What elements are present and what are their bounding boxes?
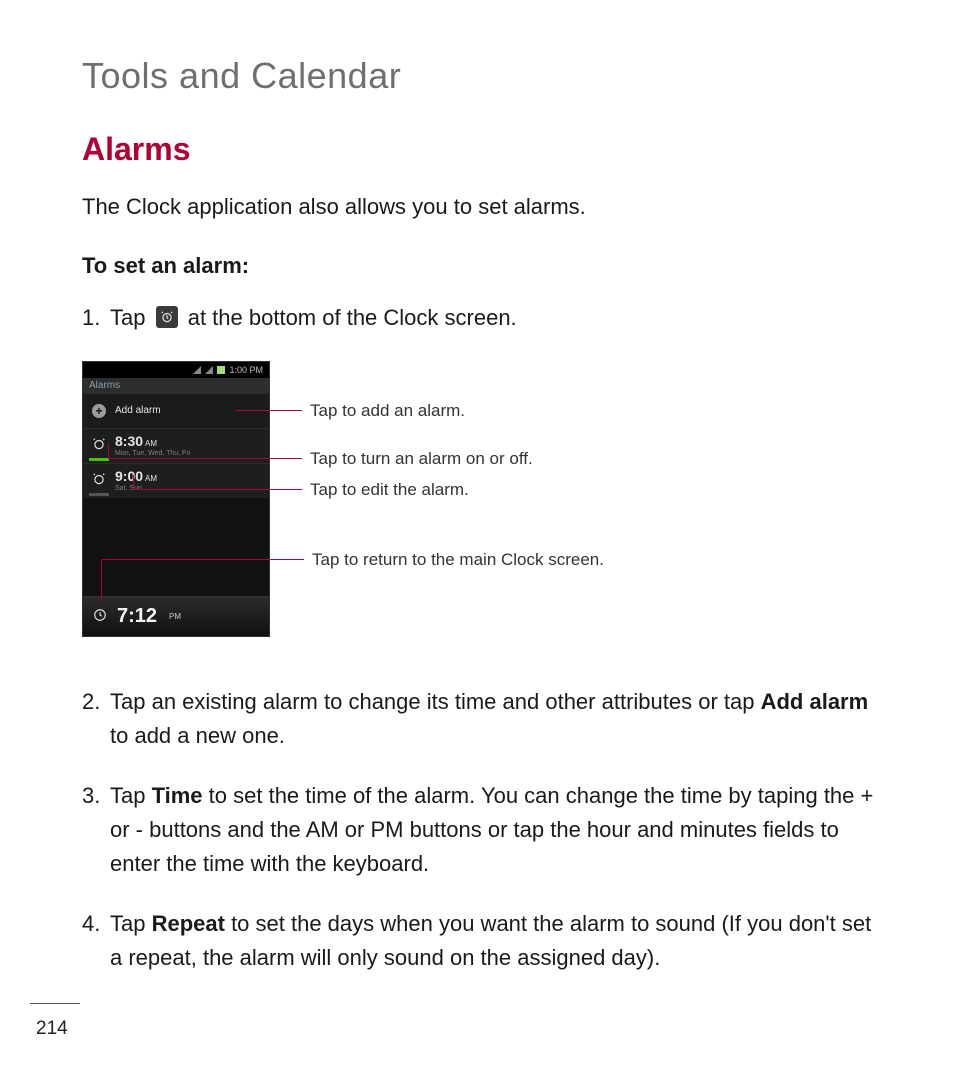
annotated-screenshot: 1:00 PM Alarms + Add alarm 8:30AM Mon, T… bbox=[82, 361, 682, 651]
clock-icon bbox=[93, 608, 107, 625]
step-4-text-b: to set the days when you want the alarm … bbox=[110, 911, 871, 970]
callout-line-edit: Tap to edit the alarm. bbox=[134, 489, 302, 490]
step-3-text-a: Tap bbox=[110, 783, 152, 808]
callout-add-alarm: Tap to add an alarm. bbox=[302, 401, 465, 421]
step-1-number: 1. bbox=[82, 301, 110, 335]
callout-back: Tap to return to the main Clock screen. bbox=[304, 550, 604, 570]
step-4: 4. Tap Repeat to set the days when you w… bbox=[82, 907, 884, 975]
step-3-bold: Time bbox=[152, 783, 203, 808]
step-2-number: 2. bbox=[82, 685, 110, 753]
step-1-text-pre: Tap bbox=[110, 305, 152, 330]
alarm-1-ampm: AM bbox=[145, 439, 157, 448]
callout-toggle: Tap to turn an alarm on or off. bbox=[302, 449, 533, 469]
statusbar-time: 1:00 PM bbox=[229, 365, 263, 375]
step-4-text-a: Tap bbox=[110, 911, 152, 936]
alarm-1-text: 8:30AM Mon, Tue, Wed, Thu, Fri bbox=[115, 434, 190, 457]
step-2-bold: Add alarm bbox=[761, 689, 869, 714]
alarm-1-time: 8:30 bbox=[115, 433, 143, 449]
alarm-toggle-off-icon[interactable] bbox=[91, 472, 107, 489]
subheading-to-set-alarm: To set an alarm: bbox=[82, 253, 884, 279]
step-3-number: 3. bbox=[82, 779, 110, 881]
step-1: 1. Tap at the bottom of the Clock screen… bbox=[82, 301, 884, 335]
section-title-alarms: Alarms bbox=[82, 131, 884, 168]
step-2-text-a: Tap an existing alarm to change its time… bbox=[110, 689, 761, 714]
phone-header-alarms: Alarms bbox=[83, 378, 269, 394]
step-2-text-b: to add a new one. bbox=[110, 723, 285, 748]
alarm-1-days: Mon, Tue, Wed, Thu, Fri bbox=[115, 450, 190, 458]
chapter-title: Tools and Calendar bbox=[82, 55, 884, 97]
step-4-bold: Repeat bbox=[152, 911, 225, 936]
callout-line-back: Tap to return to the main Clock screen. bbox=[102, 559, 304, 560]
footer-time: 7:12 bbox=[117, 605, 157, 628]
alarm-2-ampm: AM bbox=[145, 474, 157, 483]
step-1-text-post: at the bottom of the Clock screen. bbox=[188, 305, 517, 330]
signal-icon bbox=[193, 366, 201, 374]
phone-statusbar: 1:00 PM bbox=[83, 362, 269, 378]
add-alarm-label: Add alarm bbox=[115, 405, 161, 416]
alarm-toggle-on-icon[interactable] bbox=[91, 437, 107, 454]
step-4-number: 4. bbox=[82, 907, 110, 975]
step-2: 2. Tap an existing alarm to change its t… bbox=[82, 685, 884, 753]
phone-footer[interactable]: 7:12 PM bbox=[83, 596, 269, 636]
callout-line-add: Tap to add an alarm. bbox=[235, 410, 302, 411]
callout-line-toggle: Tap to turn an alarm on or off. bbox=[109, 458, 302, 459]
intro-text: The Clock application also allows you to… bbox=[82, 192, 884, 223]
page-divider bbox=[30, 1003, 80, 1004]
step-3: 3. Tap Time to set the time of the alarm… bbox=[82, 779, 884, 881]
add-alarm-row[interactable]: + Add alarm bbox=[83, 394, 269, 428]
step-3-text-b: to set the time of the alarm. You can ch… bbox=[110, 783, 873, 876]
plus-icon: + bbox=[91, 403, 107, 418]
signal-icon-2 bbox=[205, 366, 213, 374]
alarm-clock-icon bbox=[156, 306, 178, 328]
callout-edit: Tap to edit the alarm. bbox=[302, 480, 469, 500]
page-number: 214 bbox=[36, 1018, 68, 1040]
phone-screenshot: 1:00 PM Alarms + Add alarm 8:30AM Mon, T… bbox=[82, 361, 270, 637]
alarm-2-time: 9:00 bbox=[115, 468, 143, 484]
footer-ampm: PM bbox=[169, 612, 181, 621]
alarm-row-2[interactable]: 9:00AM Sat, Sun bbox=[83, 463, 269, 498]
battery-icon bbox=[217, 366, 225, 374]
